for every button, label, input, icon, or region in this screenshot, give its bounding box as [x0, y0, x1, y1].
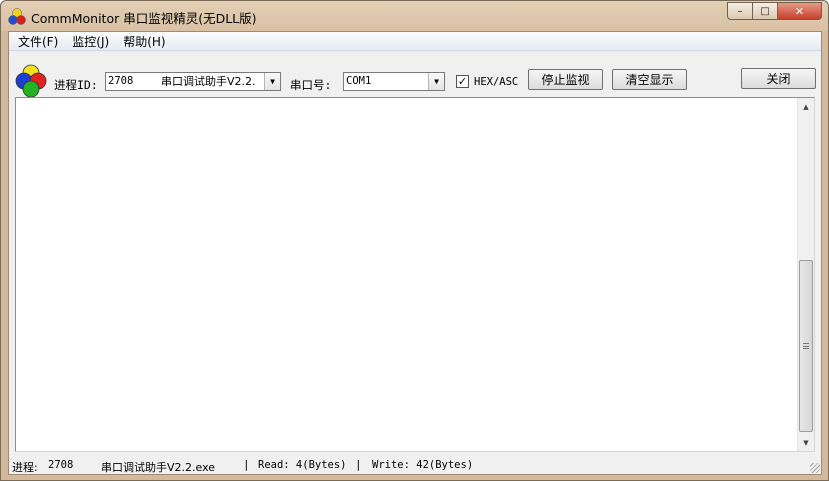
hex-asc-checkbox[interactable]: ✓: [456, 75, 469, 88]
status-bar: 进程: 2708 串口调试助手V2.2.exe | Read: 4(Bytes)…: [9, 457, 821, 474]
status-write: Write: 42(Bytes): [372, 459, 474, 471]
port-select[interactable]: COM1 ▼: [343, 72, 445, 91]
menu-help[interactable]: 帮助(H): [116, 33, 172, 50]
menu-file[interactable]: 文件(F): [11, 33, 65, 50]
client-area: 文件(F) 监控(J) 帮助(H) 进程ID: 2708 串口调试助手V2.2.…: [8, 31, 822, 475]
hex-asc-label: HEX/ASC: [474, 76, 519, 88]
clear-display-label: 清空显示: [625, 73, 674, 87]
close-button[interactable]: 关闭: [741, 68, 816, 89]
close-window-button[interactable]: ✕: [778, 2, 822, 20]
app-icon: [8, 8, 26, 25]
stop-monitor-label: 停止监视: [541, 73, 590, 87]
maximize-button[interactable]: □: [753, 2, 778, 20]
window-title: CommMonitor 串口监视精灵(无DLL版): [31, 11, 257, 26]
title-bar[interactable]: CommMonitor 串口监视精灵(无DLL版) – □ ✕: [1, 1, 828, 31]
status-separator: |: [355, 458, 362, 471]
app-window: CommMonitor 串口监视精灵(无DLL版) – □ ✕ 文件(F) 监控…: [0, 0, 829, 481]
minimize-button[interactable]: –: [727, 2, 753, 20]
stop-monitor-button[interactable]: 停止监视: [528, 69, 603, 90]
process-name-value: 串口调试助手V2.2.: [161, 75, 256, 88]
scrollbar-thumb[interactable]: [799, 260, 813, 432]
clear-display-button[interactable]: 清空显示: [612, 69, 687, 90]
close-icon: ✕: [794, 4, 805, 18]
status-read: Read: 4(Bytes): [258, 459, 347, 471]
logo-icon: [15, 64, 47, 98]
process-id-label: 进程ID:: [54, 78, 98, 92]
scroll-down-icon[interactable]: ▼: [798, 434, 814, 451]
port-label: 串口号:: [290, 78, 332, 92]
close-label: 关闭: [766, 72, 791, 86]
status-process-name: 串口调试助手V2.2.exe: [101, 461, 216, 474]
process-id-value: 2708: [108, 75, 134, 87]
triangle-down-icon[interactable]: ▼: [264, 73, 280, 90]
toolbar: 进程ID: 2708 串口调试助手V2.2. ▼ 串口号: COM1 ▼ ✓ H…: [9, 52, 821, 98]
menu-monitor[interactable]: 监控(J): [65, 33, 116, 50]
process-select[interactable]: 2708 串口调试助手V2.2. ▼: [105, 72, 281, 91]
vertical-scrollbar[interactable]: ▲ ▼: [797, 98, 814, 451]
status-separator: |: [243, 458, 250, 471]
scroll-up-icon[interactable]: ▲: [798, 98, 814, 115]
grip-icon: [803, 343, 809, 349]
status-process-id: 2708: [48, 459, 74, 471]
triangle-down-icon[interactable]: ▼: [428, 73, 444, 90]
monitor-output[interactable]: ▲ ▼: [15, 97, 815, 452]
status-process-label: 进程:: [12, 461, 38, 474]
maximize-icon: □: [760, 5, 770, 17]
menu-bar: 文件(F) 监控(J) 帮助(H): [9, 32, 821, 51]
window-controls: – □ ✕: [727, 2, 822, 21]
port-value: COM1: [346, 75, 372, 87]
minimize-icon: –: [737, 5, 743, 17]
resize-grip-icon[interactable]: [810, 463, 820, 473]
